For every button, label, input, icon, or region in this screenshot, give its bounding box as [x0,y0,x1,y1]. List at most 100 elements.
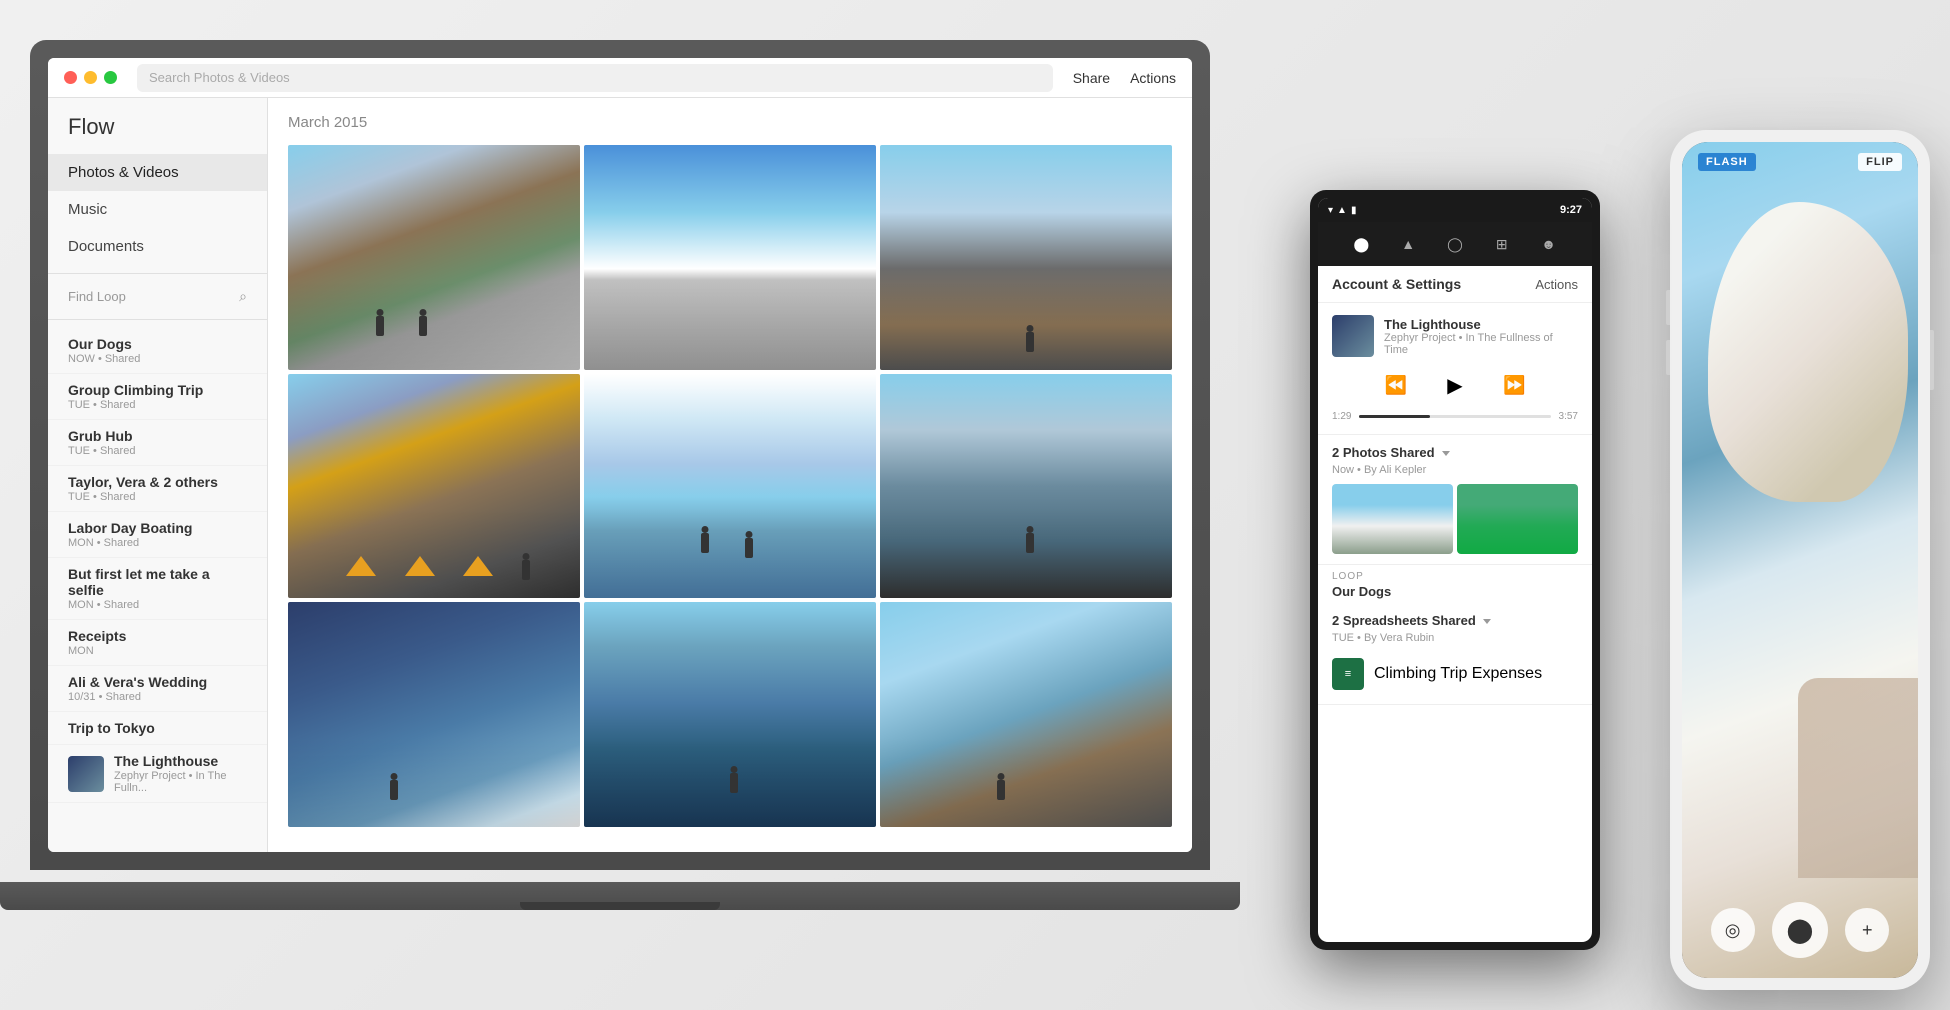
album-art [1332,315,1374,357]
laptop-body: Search Photos & Videos Share Actions Flo… [30,40,1210,870]
loop-item-wedding[interactable]: Ali & Vera's Wedding 10/31 • Shared [48,666,267,712]
loop-item-tokyo[interactable]: Trip to Tokyo [48,712,267,745]
sidebar-divider-2 [48,319,267,320]
add-button[interactable]: + [1845,908,1889,952]
loop-item-selfie[interactable]: But first let me take a selfie MON • Sha… [48,558,267,620]
sidebar: Flow Photos & Videos Music Documents [48,98,268,852]
music-info: The Lighthouse Zephyr Project • In The F… [1384,317,1578,356]
actions-button[interactable]: Actions [1130,70,1176,86]
search-bar[interactable]: Search Photos & Videos [137,64,1053,92]
play-button[interactable]: ▶ [1437,367,1473,403]
progress-bar[interactable] [1359,415,1550,418]
android-header-action[interactable]: Actions [1535,277,1578,292]
photo-9[interactable] [880,602,1172,827]
status-time: 9:27 [1560,204,1582,216]
signal-icon: ▲ [1337,205,1347,216]
music-controls: ⏪ ▶ ⏩ [1332,367,1578,403]
flash-logo: FLASH [1698,153,1756,171]
iphone-volume-up-button[interactable] [1666,290,1670,325]
photo-3[interactable] [880,145,1172,370]
sheet-name: Climbing Trip Expenses [1374,665,1542,683]
app-body: Flow Photos & Videos Music Documents [48,98,1192,852]
time-total: 3:57 [1559,411,1578,422]
photo-4[interactable] [288,374,580,599]
music-progress: 1:29 3:57 [1332,411,1578,422]
status-icons: ▾ ▲ ▮ [1328,205,1356,216]
shared-photos-section: 2 Photos Shared Now • By Ali Kepler [1318,435,1592,565]
month-label: March 2015 [288,114,1172,131]
find-loop-search[interactable]: Find Loop ⌕ [48,282,267,311]
rewind-button[interactable]: ⏪ [1385,375,1407,396]
iphone-sleep-button[interactable] [1930,330,1934,390]
people-selfie [1798,678,1918,878]
shared-photos-meta: Now • By Ali Kepler [1332,464,1578,476]
close-icon[interactable] [64,71,77,84]
loop-item-labor-day[interactable]: Labor Day Boating MON • Shared [48,512,267,558]
shared-photos-title: 2 Photos Shared [1332,445,1450,460]
shared-sheets-meta: TUE • By Vera Rubin [1332,632,1578,644]
photo-6[interactable] [880,374,1172,599]
photo-grid [288,145,1172,827]
search-icon[interactable]: ⌕ [239,288,247,305]
android-header: Account & Settings Actions [1318,266,1592,303]
iphone-volume-down-button[interactable] [1666,340,1670,375]
sidebar-item-photos-videos[interactable]: Photos & Videos [48,154,267,191]
fast-forward-button[interactable]: ⏩ [1503,375,1525,396]
loop-item-group-climbing[interactable]: Group Climbing Trip TUE • Shared [48,374,267,420]
music-player: The Lighthouse Zephyr Project • In The F… [1318,303,1592,435]
android-nav-bar: ⬤ ▲ ◯ ⊞ ☻ [1318,222,1592,266]
battery-icon: ▮ [1351,205,1357,216]
nav-person-icon[interactable]: ☻ [1538,233,1560,255]
flip-button[interactable]: FLIP [1858,153,1902,171]
loop-name: Our Dogs [1318,584,1592,605]
shared-photo-dog-outdoors[interactable] [1332,484,1453,554]
shared-photo-green[interactable] [1457,484,1578,554]
android-screen: ▾ ▲ ▮ 9:27 ⬤ ▲ ◯ ⊞ ☻ Account & Settings … [1318,198,1592,942]
nav-home-icon[interactable]: ⬤ [1350,233,1372,255]
shared-photos-row [1332,484,1578,554]
loop-thumbnail [68,756,104,792]
shutter-button[interactable]: ⬤ [1772,902,1828,958]
loop-label: LOOP [1318,565,1592,584]
loop-item-our-dogs[interactable]: Our Dogs NOW • Shared [48,328,267,374]
laptop-base [0,882,1240,910]
shared-sheets-header: 2 Spreadsheets Shared [1332,613,1578,628]
nav-triangle-icon[interactable]: ▲ [1397,233,1419,255]
scene: Search Photos & Videos Share Actions Flo… [0,0,1950,1010]
track-subtitle: Zephyr Project • In The Fullness of Time [1384,332,1578,356]
nav-grid-icon[interactable]: ⊞ [1491,233,1513,255]
android-header-title: Account & Settings [1332,276,1461,292]
photo-7[interactable] [288,602,580,827]
wifi-icon: ▾ [1328,205,1333,216]
loop-item-grub-hub[interactable]: Grub Hub TUE • Shared [48,420,267,466]
sidebar-item-music[interactable]: Music [48,191,267,228]
sidebar-item-documents[interactable]: Documents [48,228,267,265]
spreadsheet-icon: ≡ [1332,658,1364,690]
photo-8[interactable] [584,602,876,827]
shared-header: 2 Photos Shared [1332,445,1578,460]
iphone-photo-content [1682,142,1918,978]
camera-button-left[interactable]: ◎ [1711,908,1755,952]
iphone-screen: FLASH FLIP ◎ ⬤ + [1682,142,1918,978]
android-status-bar: ▾ ▲ ▮ 9:27 [1318,198,1592,222]
photo-5[interactable] [584,374,876,599]
photo-1[interactable] [288,145,580,370]
time-current: 1:29 [1332,411,1351,422]
loop-item-receipts[interactable]: Receipts MON [48,620,267,666]
iphone-top-bar: FLASH FLIP [1682,142,1918,182]
photo-2[interactable] [584,145,876,370]
shared-sheets-title: 2 Spreadsheets Shared [1332,613,1491,628]
nav-circle-icon[interactable]: ◯ [1444,233,1466,255]
android-phone: ▾ ▲ ▮ 9:27 ⬤ ▲ ◯ ⊞ ☻ Account & Settings … [1310,190,1600,950]
minimize-icon[interactable] [84,71,97,84]
progress-fill [1359,415,1430,418]
share-button[interactable]: Share [1073,70,1110,86]
search-placeholder: Search Photos & Videos [149,70,290,85]
sidebar-divider [48,273,267,274]
main-content: March 2015 [268,98,1192,852]
loop-item-lighthouse[interactable]: The Lighthouse Zephyr Project • In The F… [48,745,267,803]
music-track-row: The Lighthouse Zephyr Project • In The F… [1332,315,1578,357]
maximize-icon[interactable] [104,71,117,84]
loop-item-taylor-vera[interactable]: Taylor, Vera & 2 others TUE • Shared [48,466,267,512]
sheet-row: ≡ Climbing Trip Expenses [1332,652,1578,696]
